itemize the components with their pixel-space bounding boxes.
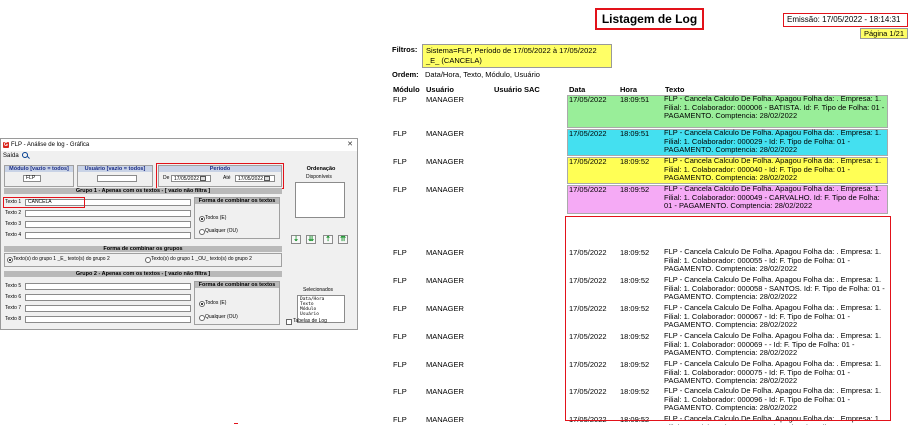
arrow-down-icon[interactable]: ⇣: [291, 235, 301, 244]
row-date: 17/05/2022: [569, 129, 607, 138]
column-header-user: Usuário: [426, 85, 454, 94]
text2-input[interactable]: [25, 210, 191, 217]
row-text: FLP - Cancela Calculo De Folha. Apagou F…: [664, 129, 882, 155]
row-user: MANAGER: [426, 332, 464, 341]
annotation-mark: [234, 423, 238, 426]
log-tables-checkbox[interactable]: Tabelas de Log: [286, 318, 327, 325]
report-page-number: Página 1/21: [860, 28, 908, 39]
groups-option-and[interactable]: Texto(s) do grupo 1 _E_ texto(s) do grup…: [7, 256, 110, 263]
filters-value: Sistema=FLP, Período de 17/05/2022 à 17/…: [422, 44, 612, 68]
groups-option-or[interactable]: Texto(s) do grupo 1 _OU_ texto(s) do gru…: [145, 256, 252, 263]
row-module: FLP: [393, 157, 407, 166]
text5-input[interactable]: [25, 283, 191, 290]
text3-input[interactable]: [25, 221, 191, 228]
row-date: 17/05/2022: [569, 95, 607, 104]
text6-input[interactable]: [25, 294, 191, 301]
row-time: 18:09:52: [620, 157, 650, 166]
group1-option-any[interactable]: Qualquer (OU): [199, 228, 238, 235]
row-user: MANAGER: [426, 185, 464, 194]
report-emission: Emissão: 17/05/2022 - 18:14:31: [783, 13, 908, 27]
row-text: FLP - Cancela Calculo De Folha. Apagou F…: [664, 185, 882, 211]
order-value: Data/Hora, Texto, Módulo, Usuário: [425, 70, 540, 79]
text7-input[interactable]: [25, 305, 191, 312]
column-header-date: Data: [569, 85, 586, 94]
group2-title: Grupo 2 - Apenas com os textos - [ vazio…: [4, 271, 282, 277]
arrow-down-all-icon[interactable]: ⇊: [306, 235, 316, 244]
row-user: MANAGER: [426, 157, 464, 166]
groups-combine-title: Forma de combinar os grupos: [4, 246, 282, 252]
app-logo-icon: G: [3, 142, 9, 148]
row-date: 17/05/2022: [569, 185, 607, 194]
column-header-time: Hora: [620, 85, 638, 94]
text6-label: Texto 6: [5, 294, 22, 300]
row-user: MANAGER: [426, 129, 464, 138]
row-module: FLP: [393, 248, 407, 257]
text5-label: Texto 5: [5, 283, 22, 289]
column-header-text: Texto: [665, 85, 685, 94]
selected-item[interactable]: Usuário: [300, 312, 342, 317]
row-module: FLP: [393, 95, 407, 104]
group2-option-any[interactable]: Qualquer (OU): [199, 314, 238, 321]
row-module: FLP: [393, 415, 407, 424]
menu-bar: Saída: [3, 152, 28, 160]
column-header-module: Módulo: [393, 85, 420, 94]
row-module: FLP: [393, 276, 407, 285]
log-analysis-window: G FLP - Análise de log - Gráfica ✕ Saída…: [0, 138, 358, 330]
report-title: Listagem de Log: [595, 8, 704, 30]
close-icon[interactable]: ✕: [347, 139, 353, 151]
row-user: MANAGER: [426, 95, 464, 104]
row-module: FLP: [393, 360, 407, 369]
window-title: FLP - Análise de log - Gráfica: [11, 142, 90, 148]
row-time: 18:09:51: [620, 129, 650, 138]
available-list[interactable]: [295, 182, 345, 218]
group1-combine-title: Forma de combinar os textos: [195, 198, 279, 204]
text7-label: Texto 7: [5, 305, 22, 311]
group2-combine-title: Forma de combinar os textos: [195, 282, 279, 288]
user-input[interactable]: [97, 175, 137, 182]
group2-option-all[interactable]: Todos (E): [199, 300, 226, 307]
row-module: FLP: [393, 332, 407, 341]
row-module: FLP: [393, 387, 407, 396]
module-input[interactable]: FLP: [23, 175, 41, 182]
rows-highlight: [565, 216, 891, 421]
group1-option-all[interactable]: Todos (E): [199, 215, 226, 222]
row-user: MANAGER: [426, 248, 464, 257]
row-user: MANAGER: [426, 304, 464, 313]
row-user: MANAGER: [426, 276, 464, 285]
group1-title: Grupo 1 - Apenas com os textos - [ vazio…: [4, 188, 282, 194]
selected-label: Selecionados: [303, 287, 334, 293]
column-header-user-sac: Usuário SAC: [494, 85, 540, 94]
order-label: Ordem:: [392, 70, 419, 79]
filters-label: Filtros:: [392, 45, 418, 54]
row-text: FLP - Cancela Calculo De Folha. Apagou F…: [664, 95, 885, 121]
row-text: FLP - Cancela Calculo De Folha. Apagou F…: [664, 157, 882, 183]
module-filter-label: Módulo [vazio = todos]: [5, 166, 73, 172]
row-module: FLP: [393, 304, 407, 313]
arrow-up-icon[interactable]: ⇡: [323, 235, 333, 244]
row-user: MANAGER: [426, 387, 464, 396]
text4-input[interactable]: [25, 232, 191, 239]
row-date: 17/05/2022: [569, 157, 607, 166]
search-icon[interactable]: [21, 152, 28, 158]
text4-label: Texto 4: [5, 232, 22, 238]
row-time: 18:09:51: [620, 95, 650, 104]
row-user: MANAGER: [426, 415, 464, 424]
text8-input[interactable]: [25, 316, 191, 323]
menu-exit[interactable]: Saída: [3, 153, 19, 159]
text8-label: Texto 8: [5, 316, 22, 322]
arrow-up-all-icon[interactable]: ⇈: [338, 235, 348, 244]
window-titlebar: G FLP - Análise de log - Gráfica ✕: [1, 139, 357, 151]
ordering-title: Ordenação: [306, 166, 336, 172]
user-filter-label: Usuário [vazio = todos]: [78, 166, 152, 172]
text3-label: Texto 3: [5, 221, 22, 227]
row-time: 18:09:52: [620, 185, 650, 194]
row-user: MANAGER: [426, 360, 464, 369]
text2-label: Texto 2: [5, 210, 22, 216]
text1-highlight: [3, 197, 85, 208]
row-module: FLP: [393, 185, 407, 194]
period-highlight: [156, 163, 284, 189]
available-label: Disponíveis: [306, 174, 332, 180]
row-module: FLP: [393, 129, 407, 138]
